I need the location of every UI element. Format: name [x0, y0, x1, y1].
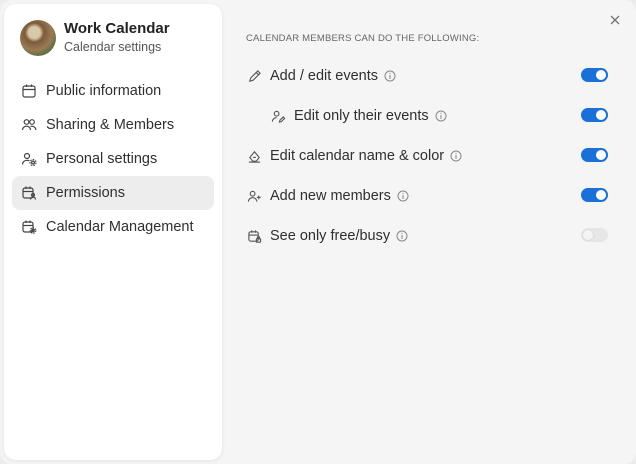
calendar-settings-dialog: Work Calendar Calendar settings Public i…: [0, 0, 636, 464]
free-busy-toggle[interactable]: [581, 228, 608, 242]
sidebar: Work Calendar Calendar settings Public i…: [4, 4, 222, 460]
paint-bucket-icon: [246, 148, 262, 164]
permission-row-add-edit-events: Add / edit events: [246, 62, 610, 90]
sidebar-item-label: Calendar Management: [46, 219, 194, 235]
add-edit-events-toggle[interactable]: [581, 68, 608, 82]
info-icon[interactable]: [384, 70, 396, 82]
permissions-heading: CALENDAR MEMBERS CAN DO THE FOLLOWING:: [246, 33, 480, 44]
sidebar-nav: Public information Sharing & Members Per…: [12, 74, 214, 244]
permission-label: See only free/busy: [270, 228, 391, 244]
toggle-knob: [596, 70, 606, 80]
user-gear-icon: [21, 151, 37, 167]
user-edit-icon: [270, 108, 286, 124]
sidebar-item-label: Sharing & Members: [46, 117, 175, 133]
toggle-knob: [596, 190, 606, 200]
close-button[interactable]: [607, 12, 623, 28]
users-icon: [21, 117, 37, 133]
toggle-knob: [596, 150, 606, 160]
permission-row-edit-calendar-name: Edit calendar name & color: [246, 142, 610, 170]
sidebar-item-label: Personal settings: [46, 151, 158, 167]
calendar-avatar: [20, 19, 56, 56]
calendar-header-text: Work Calendar Calendar settings: [64, 19, 170, 56]
permission-label: Add / edit events: [270, 68, 379, 84]
calendar-title: Work Calendar: [64, 20, 170, 37]
calendar-gear-icon: [21, 219, 37, 235]
calendar-lock-icon: [246, 228, 262, 244]
sidebar-item-public-information[interactable]: Public information: [12, 74, 214, 108]
add-members-toggle[interactable]: [581, 188, 608, 202]
info-icon[interactable]: [397, 190, 409, 202]
close-icon: [610, 15, 620, 25]
permission-label: Add new members: [270, 188, 391, 204]
permission-label: Edit calendar name & color: [270, 148, 445, 164]
edit-calendar-name-toggle[interactable]: [581, 148, 608, 162]
permission-label: Edit only their events: [294, 108, 429, 124]
info-icon[interactable]: [435, 110, 447, 122]
permission-row-add-members: Add new members: [246, 182, 610, 210]
calendar-icon: [21, 83, 37, 99]
user-plus-icon: [246, 188, 262, 204]
permission-row-edit-own-events: Edit only their events: [270, 102, 610, 130]
permission-row-free-busy: See only free/busy: [246, 222, 610, 250]
calendar-subtitle: Calendar settings: [64, 40, 162, 54]
sidebar-item-label: Public information: [46, 83, 162, 99]
info-icon[interactable]: [450, 150, 462, 162]
toggle-knob: [596, 110, 606, 120]
edit-own-events-toggle[interactable]: [581, 108, 608, 122]
toggle-knob: [583, 230, 593, 240]
info-icon[interactable]: [396, 230, 408, 242]
calendar-header: Work Calendar Calendar settings: [20, 19, 170, 56]
calendar-user-icon: [21, 185, 37, 201]
sidebar-item-personal-settings[interactable]: Personal settings: [12, 142, 214, 176]
sidebar-item-label: Permissions: [46, 185, 125, 201]
sidebar-item-sharing-members[interactable]: Sharing & Members: [12, 108, 214, 142]
sidebar-item-calendar-management[interactable]: Calendar Management: [12, 210, 214, 244]
pencil-icon: [246, 68, 262, 84]
sidebar-item-permissions[interactable]: Permissions: [12, 176, 214, 210]
